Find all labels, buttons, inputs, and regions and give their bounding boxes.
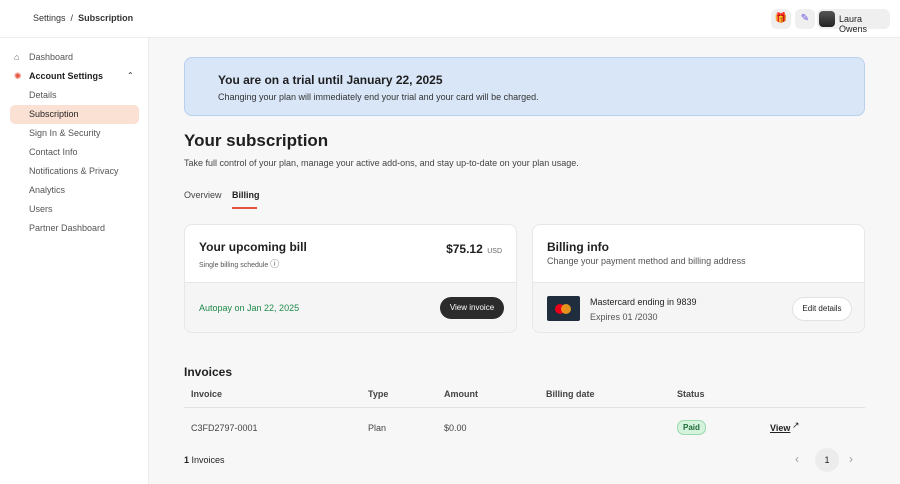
- chevron-left-icon[interactable]: ‹: [795, 452, 799, 466]
- bill-currency: USD: [487, 248, 502, 255]
- page-1-button[interactable]: 1: [815, 448, 839, 472]
- banner-title: You are on a trial until January 22, 202…: [218, 73, 443, 87]
- sidebar-item-partner[interactable]: Partner Dashboard: [29, 223, 105, 233]
- invoice-type: Plan: [368, 423, 387, 433]
- col-billing-date: Billing date: [546, 389, 595, 399]
- sidebar-item-details[interactable]: Details: [29, 90, 57, 100]
- page-title: Your subscription: [184, 131, 329, 150]
- chevron-right-icon[interactable]: ›: [849, 452, 853, 466]
- sidebar-item-contact[interactable]: Contact Info: [29, 147, 78, 157]
- invoices-title: Invoices: [184, 365, 233, 379]
- breadcrumb-current: Subscription: [78, 13, 134, 23]
- sidebar-item-account-settings[interactable]: Account Settings: [29, 71, 103, 81]
- sidebar-item-subscription[interactable]: Subscription: [29, 109, 79, 119]
- tab-billing[interactable]: Billing: [232, 190, 260, 200]
- view-invoice-link[interactable]: View: [770, 423, 790, 433]
- invoice-amount: $0.00: [444, 423, 467, 433]
- status-badge: Paid: [677, 420, 706, 435]
- breadcrumb-sep: /: [70, 13, 74, 23]
- col-type: Type: [368, 389, 389, 399]
- chevron-up-icon[interactable]: ⌃: [127, 71, 134, 80]
- sidebar-item-security[interactable]: Sign In & Security: [29, 128, 101, 138]
- bill-title: Your upcoming bill: [199, 240, 307, 254]
- billing-info-card: Billing info Change your payment method …: [532, 224, 865, 333]
- trial-banner: You are on a trial until January 22, 202…: [184, 57, 865, 116]
- billing-info-title: Billing info: [547, 240, 609, 254]
- gift-icon[interactable]: 🎁: [771, 9, 791, 29]
- card-name: Mastercard ending in 9839: [590, 297, 697, 307]
- edit-details-button[interactable]: Edit details: [792, 297, 852, 321]
- col-invoice: Invoice: [191, 389, 223, 399]
- sidebar-item-users[interactable]: Users: [29, 204, 53, 214]
- invoice-id: C3FD2797-0001: [191, 423, 258, 433]
- divider: [184, 407, 865, 408]
- home-icon: ⌂: [14, 52, 20, 62]
- gear-icon: ✺: [14, 71, 22, 81]
- view-invoice-button[interactable]: View invoice: [440, 297, 504, 319]
- breadcrumb: Settings / Subscription: [33, 13, 133, 23]
- sidebar-item-dashboard[interactable]: Dashboard: [29, 52, 73, 62]
- user-menu[interactable]: Laura Owens: [817, 9, 890, 34]
- avatar: [819, 11, 835, 27]
- tab-indicator: [232, 207, 257, 209]
- col-status: Status: [677, 389, 705, 399]
- card-expiry: Expires 01 /2030: [590, 312, 658, 322]
- top-bar: Settings / Subscription 🎁 ✎ Laura Owens: [0, 0, 900, 38]
- autopay-text: Autopay on Jan 22, 2025: [199, 303, 300, 313]
- upcoming-bill-card: Your upcoming bill Single billing schedu…: [184, 224, 517, 333]
- info-icon[interactable]: ⓘ: [270, 259, 279, 269]
- invoice-count-label: Invoices: [191, 455, 225, 465]
- external-link-icon[interactable]: ↗: [792, 420, 800, 431]
- invoice-count: 1: [184, 455, 190, 465]
- col-amount: Amount: [444, 389, 478, 399]
- user-name: Laura Owens: [839, 14, 868, 34]
- bill-amount: $75.12: [446, 242, 483, 256]
- billing-info-subtitle: Change your payment method and billing a…: [547, 256, 746, 266]
- sidebar-item-analytics[interactable]: Analytics: [29, 185, 65, 195]
- page-subtitle: Take full control of your plan, manage y…: [184, 158, 579, 168]
- mastercard-icon: [547, 296, 580, 321]
- banner-text: Changing your plan will immediately end …: [218, 92, 539, 102]
- wand-icon[interactable]: ✎: [795, 9, 815, 29]
- tab-overview[interactable]: Overview: [184, 190, 222, 200]
- bill-schedule: Single billing schedule: [199, 262, 269, 269]
- breadcrumb-settings[interactable]: Settings: [33, 13, 66, 23]
- sidebar-item-notifications[interactable]: Notifications & Privacy: [29, 166, 119, 176]
